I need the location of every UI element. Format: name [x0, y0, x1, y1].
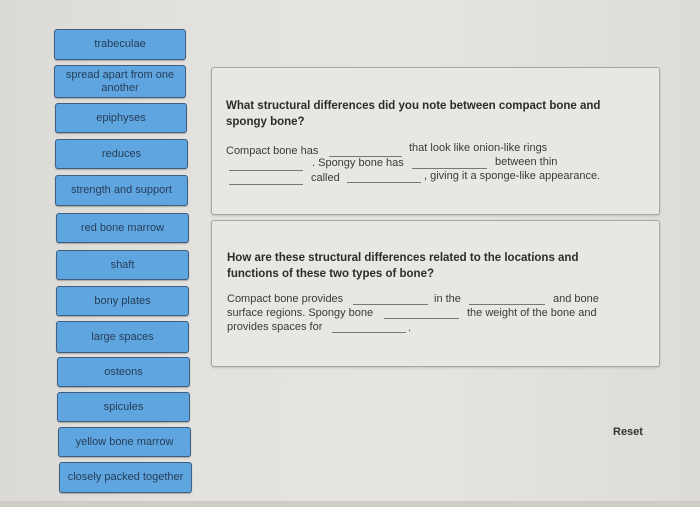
q1-blank-5[interactable]	[347, 182, 421, 183]
answer-chip-spicules[interactable]: spicules	[57, 392, 190, 422]
question-2-prompt-line2: functions of these two types of bone?	[227, 268, 434, 280]
q1-text-sponge-appearance: , giving it a sponge-like appearance.	[424, 170, 601, 182]
q2-blank-4[interactable]	[332, 332, 406, 333]
question-1-panel	[211, 67, 660, 215]
answer-chip-yellow-bone-marrow[interactable]: yellow bone marrow	[58, 427, 191, 457]
answer-chip-bony-plates[interactable]: bony plates	[56, 286, 189, 316]
answer-chip-spread-apart[interactable]: spread apart from one another	[54, 65, 186, 98]
q2-blank-1[interactable]	[353, 304, 428, 305]
answer-chip-reduces[interactable]: reduces	[55, 139, 188, 169]
question-2-prompt-line1: How are these structural differences rel…	[227, 252, 579, 264]
q1-blank-2[interactable]	[229, 170, 303, 171]
q2-blank-2[interactable]	[469, 304, 545, 305]
answer-chip-red-bone-marrow[interactable]: red bone marrow	[56, 213, 189, 243]
q2-text-period: .	[408, 322, 412, 334]
q1-text-compact-bone-has: Compact bone has	[226, 145, 319, 157]
q2-text-in-the: in the	[434, 293, 461, 305]
q2-text-surface-regions: surface regions. Spongy bone	[227, 307, 374, 319]
q1-text-called: called	[311, 172, 340, 184]
question-2-prompt: How are these structural differences rel…	[227, 250, 647, 282]
q2-text-compact-provides: Compact bone provides	[227, 293, 344, 305]
answer-chip-osteons[interactable]: osteons	[57, 357, 190, 387]
q2-text-weight: the weight of the bone and	[467, 307, 597, 319]
question-1-prompt-line1: What structural differences did you note…	[226, 100, 601, 112]
q1-text-onion-rings: that look like onion-like rings	[409, 142, 548, 154]
reset-button[interactable]: Reset	[613, 426, 643, 438]
answer-chip-shaft[interactable]: shaft	[56, 250, 189, 280]
q1-blank-4[interactable]	[229, 184, 303, 185]
q2-text-provides-spaces: provides spaces for	[227, 321, 323, 333]
q2-blank-3[interactable]	[384, 318, 459, 319]
answer-chip-epiphyses[interactable]: epiphyses	[55, 103, 187, 133]
question-1-prompt-line2: spongy bone?	[226, 116, 305, 128]
q1-text-between-thin: between thin	[495, 156, 558, 168]
q1-text-spongy-bone-has: . Spongy bone has	[312, 157, 404, 169]
answer-chip-large-spaces[interactable]: large spaces	[56, 321, 189, 353]
answer-chip-trabeculae[interactable]: trabeculae	[54, 29, 186, 60]
answer-bank: trabeculae spread apart from one another…	[54, 0, 194, 507]
q2-text-and-bone: and bone	[553, 293, 599, 305]
q1-blank-3[interactable]	[412, 168, 487, 169]
question-1-prompt: What structural differences did you note…	[226, 98, 646, 130]
answer-chip-closely-packed-together[interactable]: closely packed together	[59, 462, 192, 493]
answer-chip-strength-and-support[interactable]: strength and support	[55, 175, 188, 206]
